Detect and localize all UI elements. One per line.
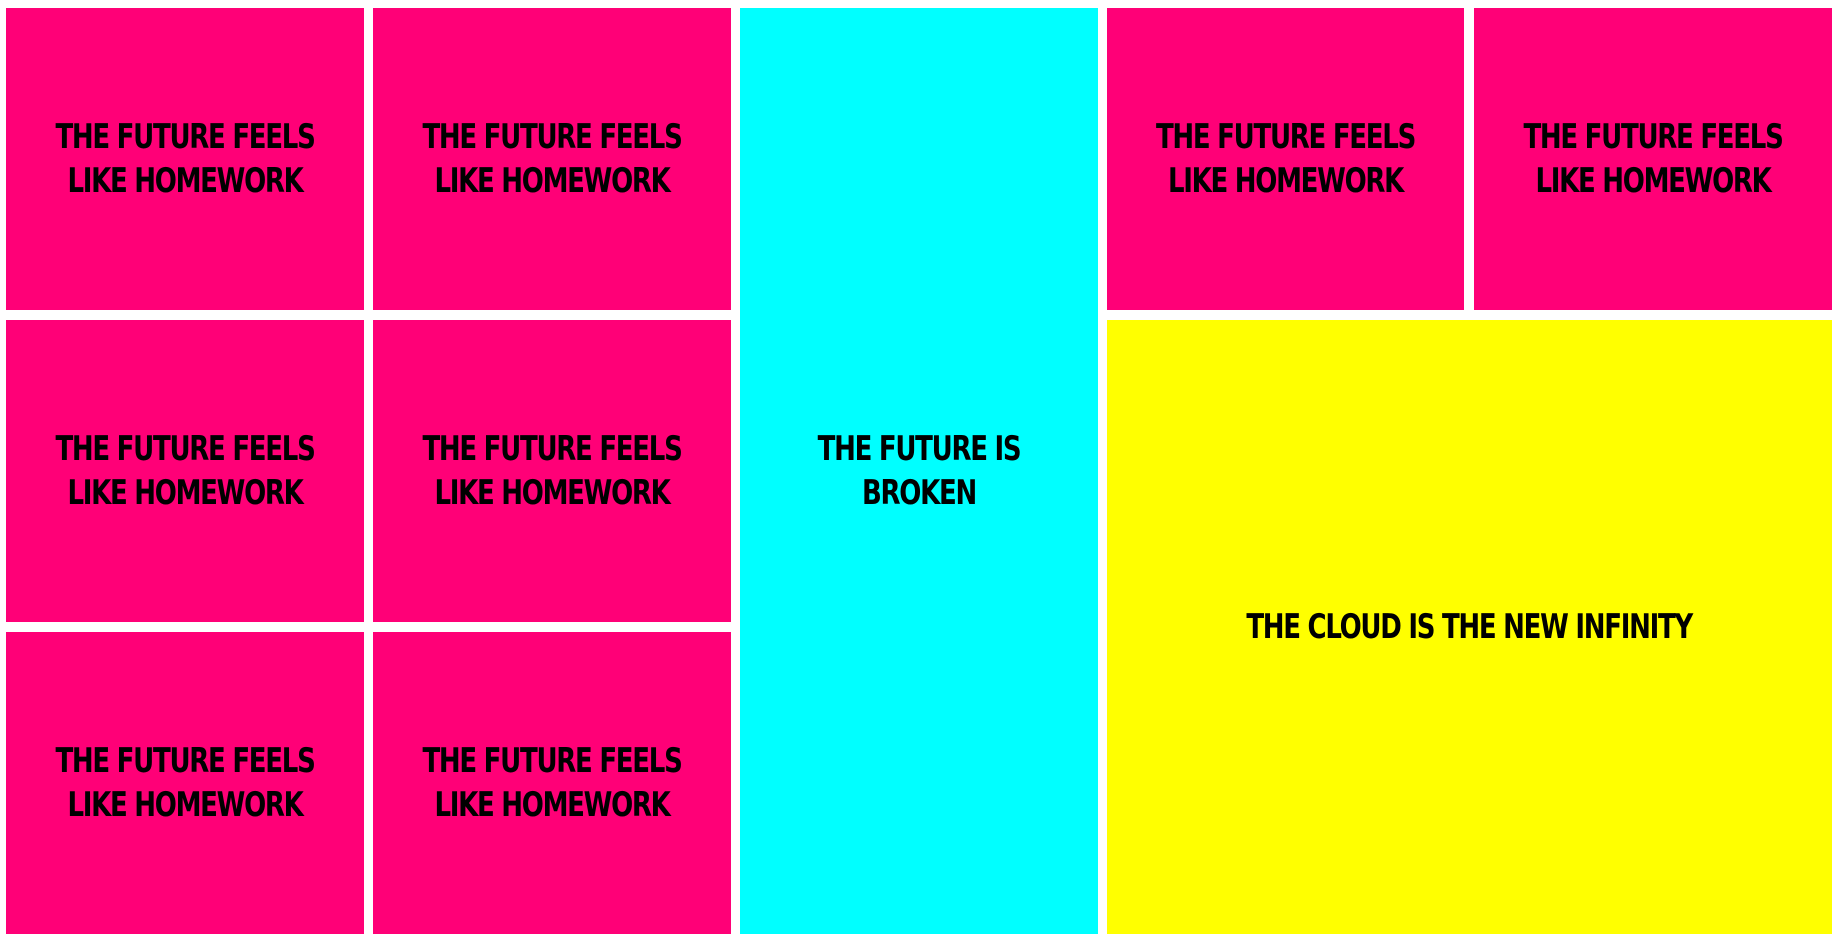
- tile-future-homework[interactable]: THE FUTURE FEELS LIKE HOMEWORK: [373, 8, 731, 310]
- tile-text: THE CLOUD IS THE NEW INFINITY: [1246, 607, 1694, 647]
- tile-future-homework[interactable]: THE FUTURE FEELS LIKE HOMEWORK: [1474, 8, 1832, 310]
- tile-text: THE FUTURE FEELS LIKE HOMEWORK: [422, 429, 682, 513]
- tile-text: THE FUTURE FEELS LIKE HOMEWORK: [1523, 117, 1783, 201]
- tile-future-homework[interactable]: THE FUTURE FEELS LIKE HOMEWORK: [6, 632, 364, 934]
- tile-text: THE FUTURE FEELS LIKE HOMEWORK: [422, 741, 682, 825]
- tile-future-homework[interactable]: THE FUTURE FEELS LIKE HOMEWORK: [373, 632, 731, 934]
- tile-grid: THE FUTURE FEELS LIKE HOMEWORK THE FUTUR…: [0, 0, 1839, 940]
- tile-text: THE FUTURE FEELS LIKE HOMEWORK: [1155, 117, 1416, 201]
- tile-text: THE FUTURE FEELS LIKE HOMEWORK: [55, 117, 315, 201]
- tile-future-homework[interactable]: THE FUTURE FEELS LIKE HOMEWORK: [6, 320, 364, 622]
- tile-text: THE FUTURE FEELS LIKE HOMEWORK: [55, 429, 315, 513]
- tile-text: THE FUTURE IS BROKEN: [817, 429, 1022, 513]
- tile-future-broken[interactable]: THE FUTURE IS BROKEN: [740, 8, 1098, 934]
- tile-text: THE FUTURE FEELS LIKE HOMEWORK: [422, 117, 682, 201]
- tile-future-homework[interactable]: THE FUTURE FEELS LIKE HOMEWORK: [6, 8, 364, 310]
- tile-future-homework[interactable]: THE FUTURE FEELS LIKE HOMEWORK: [1107, 8, 1464, 310]
- tile-cloud-infinity[interactable]: THE CLOUD IS THE NEW INFINITY: [1107, 320, 1832, 934]
- tile-text: THE FUTURE FEELS LIKE HOMEWORK: [55, 741, 315, 825]
- tile-future-homework[interactable]: THE FUTURE FEELS LIKE HOMEWORK: [373, 320, 731, 622]
